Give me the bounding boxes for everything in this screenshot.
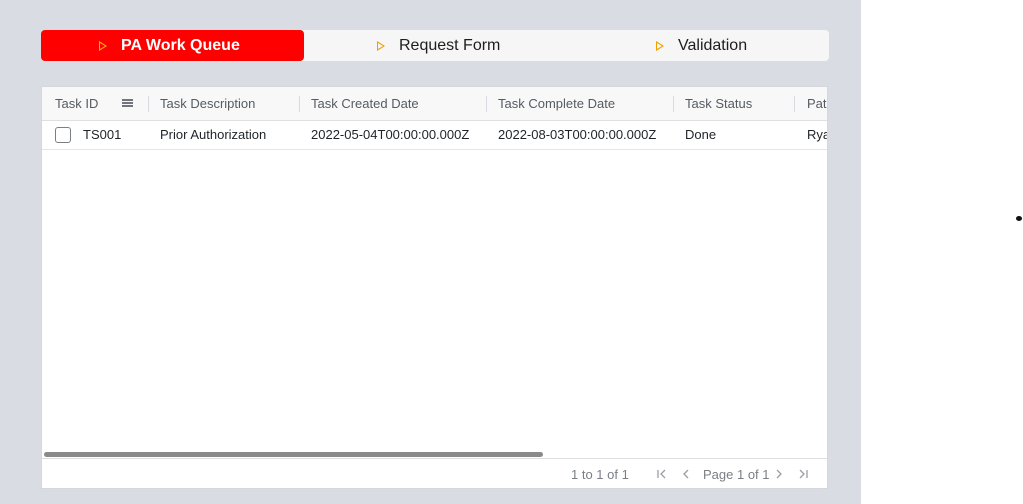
next-page-icon[interactable] [772, 467, 786, 481]
play-triangle-icon [377, 40, 385, 51]
column-separator[interactable] [486, 96, 487, 112]
column-separator[interactable] [673, 96, 674, 112]
column-separator[interactable] [148, 96, 149, 112]
grid-header: Task ID Task Description Task Created Da… [42, 87, 827, 121]
column-separator[interactable] [794, 96, 795, 112]
step-pa-work-queue[interactable]: PA Work Queue [41, 30, 304, 61]
task-grid: Task ID Task Description Task Created Da… [41, 86, 828, 489]
cursor-dot [1016, 216, 1022, 221]
page-indicator: Page 1 of 1 [703, 467, 770, 482]
menu-icon[interactable] [122, 99, 133, 107]
step-request-form[interactable]: Request Form [377, 30, 500, 61]
app-panel: PA Work Queue Request Form Validation Ta… [0, 0, 861, 504]
last-page-icon[interactable] [796, 467, 810, 481]
workflow-steps: PA Work Queue Request Form Validation [41, 30, 829, 61]
row-summary: 1 to 1 of 1 [571, 467, 629, 482]
step-validation[interactable]: Validation [656, 30, 747, 61]
prev-page-icon[interactable] [679, 467, 693, 481]
column-header-task-id[interactable]: Task ID [55, 87, 98, 120]
table-row[interactable]: TS001 Prior Authorization 2022-05-04T00:… [42, 121, 827, 150]
column-separator[interactable] [299, 96, 300, 112]
pagination-bar: 1 to 1 of 1 Page 1 of 1 [42, 458, 827, 488]
column-header-task-complete-date[interactable]: Task Complete Date [498, 87, 615, 120]
column-header-task-created-date[interactable]: Task Created Date [311, 87, 419, 120]
play-triangle-icon [99, 40, 107, 51]
step-label: PA Work Queue [121, 36, 240, 54]
column-header-task-description[interactable]: Task Description [160, 87, 255, 120]
column-header-patient[interactable]: Pati [807, 87, 827, 120]
step-label: Validation [678, 36, 748, 54]
scrollbar-thumb[interactable] [44, 452, 543, 457]
cell-patient: Ryar [807, 127, 827, 142]
cell-task-created-date: 2022-05-04T00:00:00.000Z [311, 127, 470, 142]
first-page-icon[interactable] [655, 467, 669, 481]
column-header-task-status[interactable]: Task Status [685, 87, 752, 120]
cell-task-complete-date: 2022-08-03T00:00:00.000Z [498, 127, 657, 142]
play-triangle-icon [656, 40, 664, 51]
cell-task-id: TS001 [83, 127, 122, 142]
cell-task-description: Prior Authorization [160, 127, 267, 142]
step-label: Request Form [399, 36, 501, 54]
cell-task-status: Done [685, 127, 717, 142]
row-checkbox[interactable] [55, 127, 71, 143]
